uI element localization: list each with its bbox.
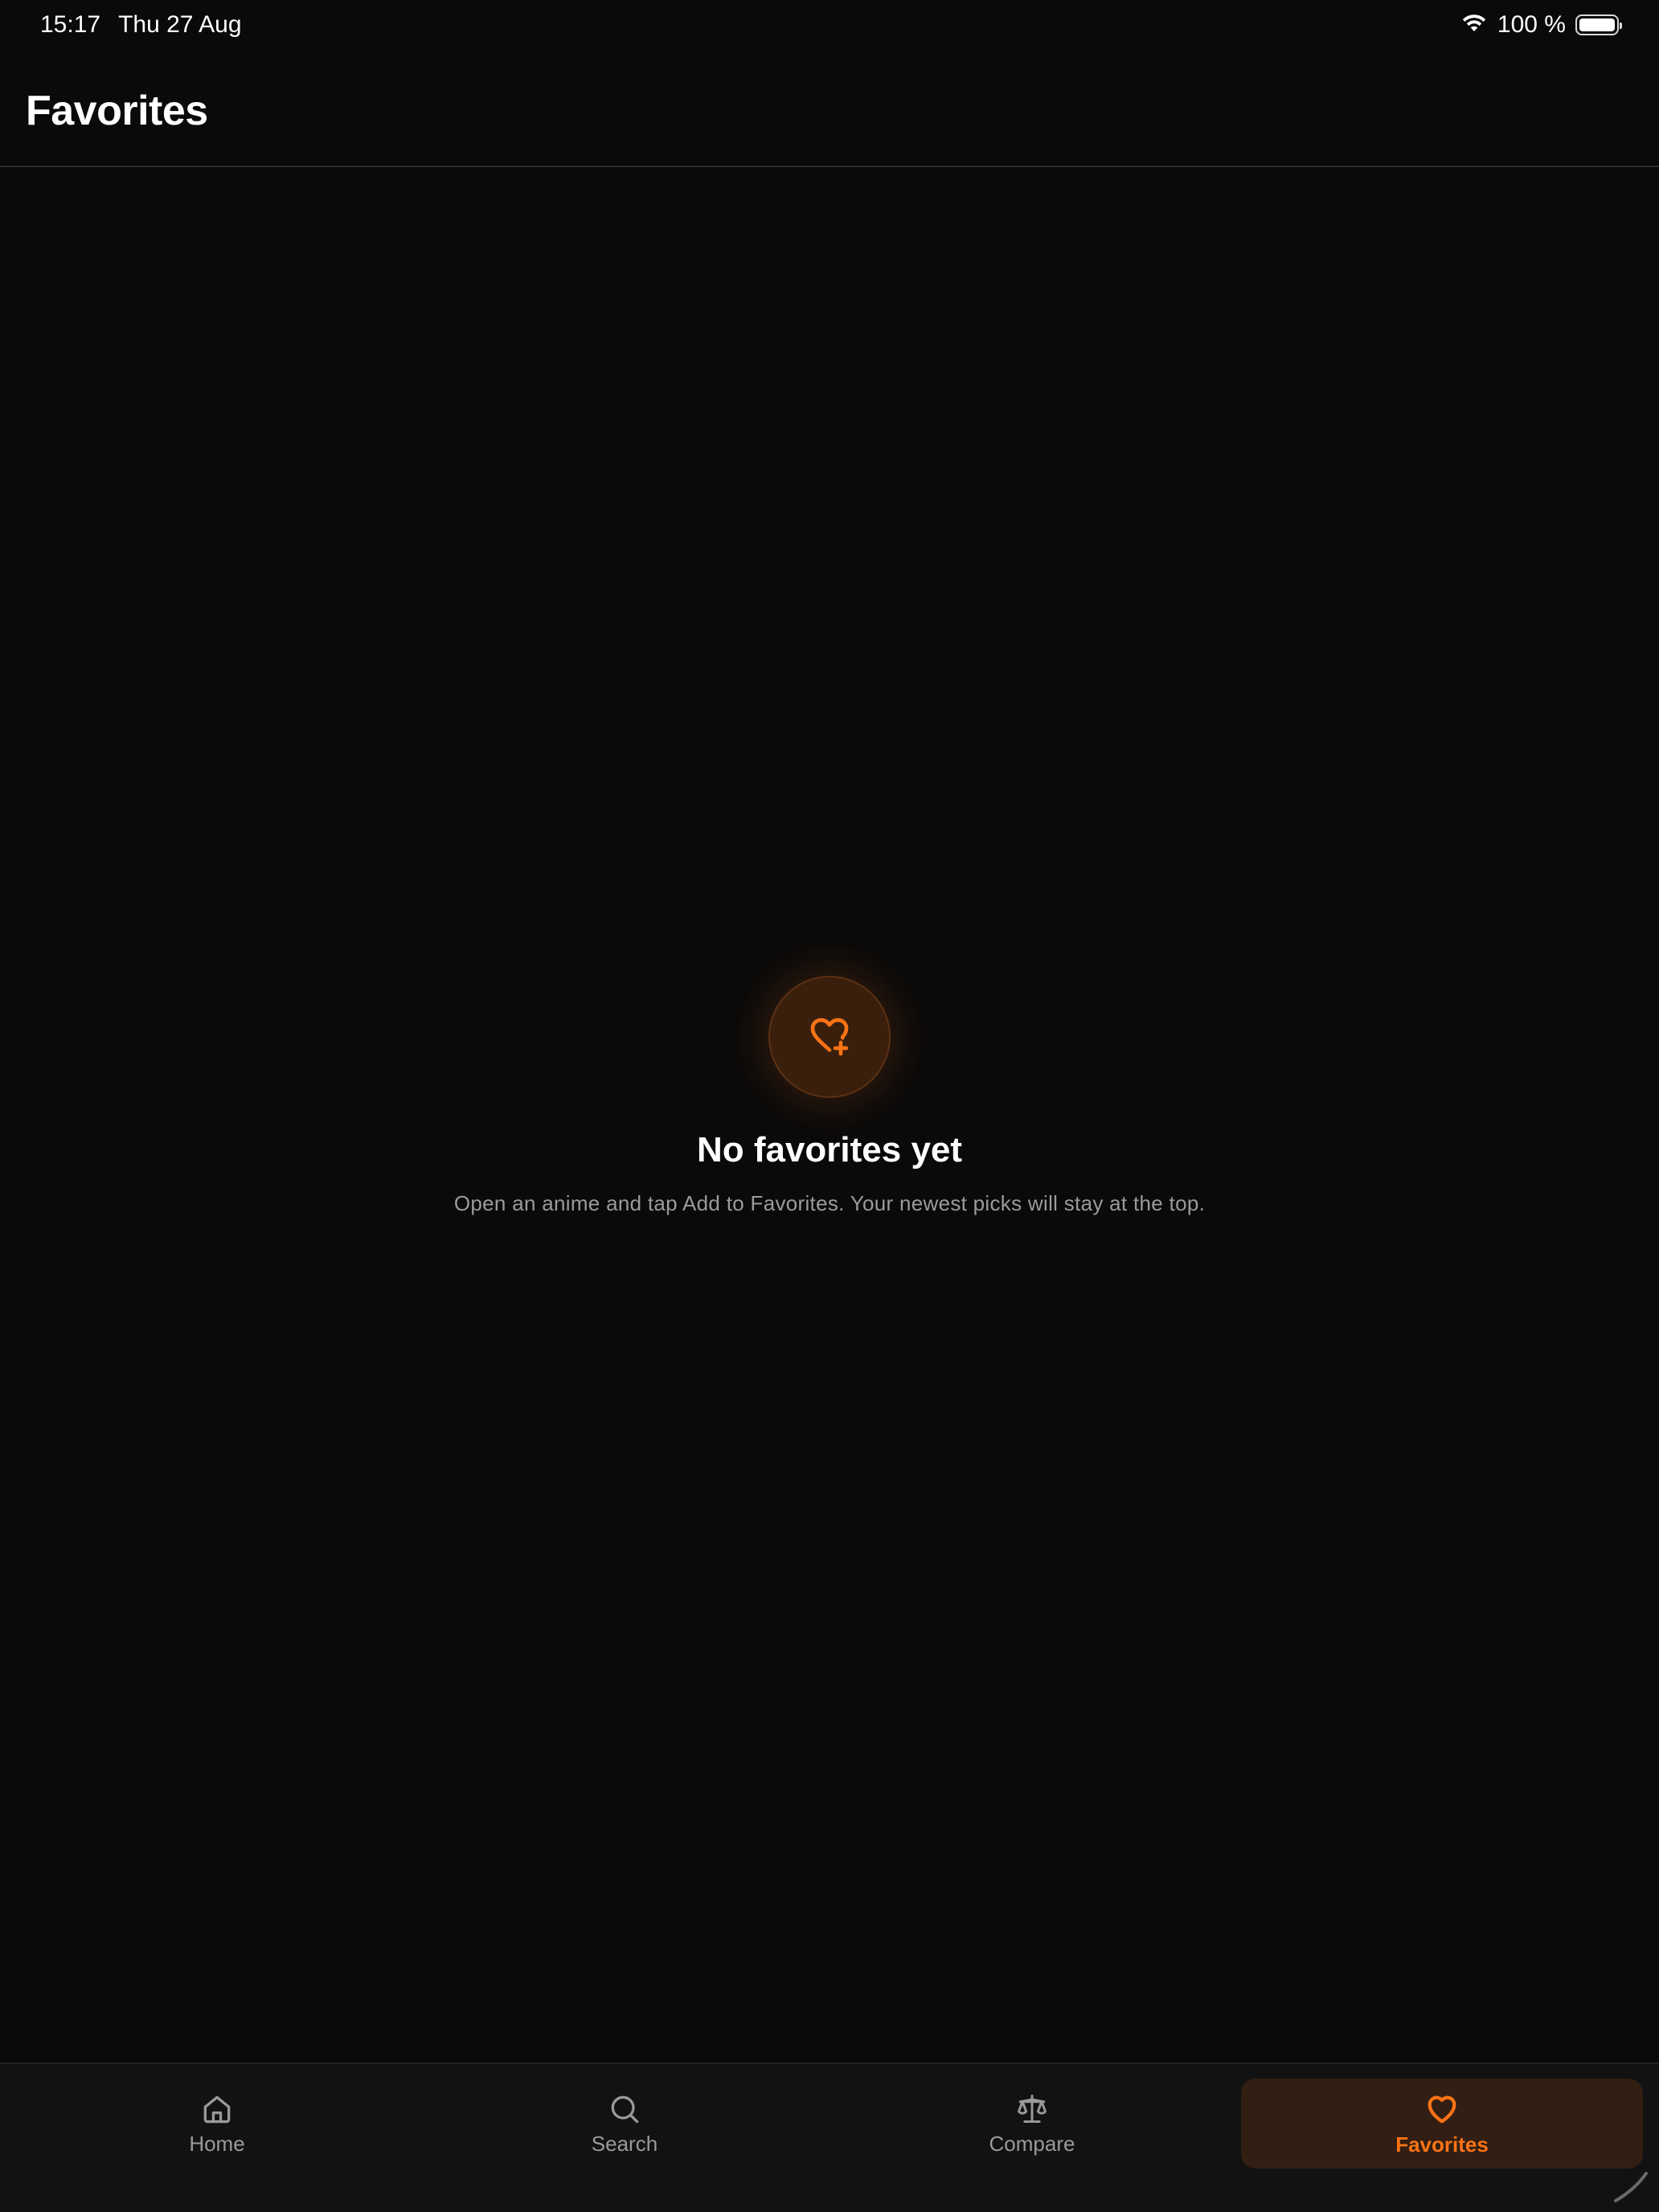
app-root: 15:17 Thu 27 Aug 100 % Favorites No favo… xyxy=(0,0,1659,2212)
tab-compare-label: Compare xyxy=(989,2131,1075,2156)
empty-state-title: No favorites yet xyxy=(696,1130,963,1169)
battery-icon xyxy=(1575,14,1622,35)
status-bar: 15:17 Thu 27 Aug 100 % xyxy=(0,0,1659,51)
status-time: 15:17 xyxy=(40,11,101,38)
heart-icon xyxy=(1428,2095,1456,2123)
home-icon xyxy=(203,2095,231,2123)
status-left: 15:17 Thu 27 Aug xyxy=(40,11,242,39)
tab-home[interactable]: Home xyxy=(16,2079,418,2169)
status-right: 100 % xyxy=(1460,11,1622,39)
battery-fill xyxy=(1579,18,1615,31)
tab-home-label: Home xyxy=(189,2131,245,2156)
scale-icon xyxy=(1018,2094,1047,2123)
page-title: Favorites xyxy=(26,88,208,134)
empty-state: No favorites yet Open an anime and tap A… xyxy=(0,976,1659,1216)
battery-percentage: 100 % xyxy=(1497,11,1566,38)
tab-search-label: Search xyxy=(591,2131,658,2156)
empty-state-description: Open an anime and tap Add to Favorites. … xyxy=(453,1191,1206,1215)
tab-search[interactable]: Search xyxy=(424,2079,825,2169)
header: Favorites xyxy=(0,51,1659,167)
tab-compare[interactable]: Compare xyxy=(831,2079,1233,2169)
tab-favorites[interactable]: Favorites xyxy=(1241,2079,1643,2169)
heart-plus-icon xyxy=(810,1018,849,1056)
corner-swipe-indicator xyxy=(1614,2172,1648,2202)
bottom-tab-bar: Home Search Compare Favorites xyxy=(0,2062,1659,2212)
wifi-icon xyxy=(1460,11,1488,39)
status-date: Thu 27 Aug xyxy=(118,11,242,38)
search-icon xyxy=(611,2095,639,2123)
empty-state-icon-circle xyxy=(768,976,891,1098)
tab-favorites-label: Favorites xyxy=(1395,2132,1489,2157)
